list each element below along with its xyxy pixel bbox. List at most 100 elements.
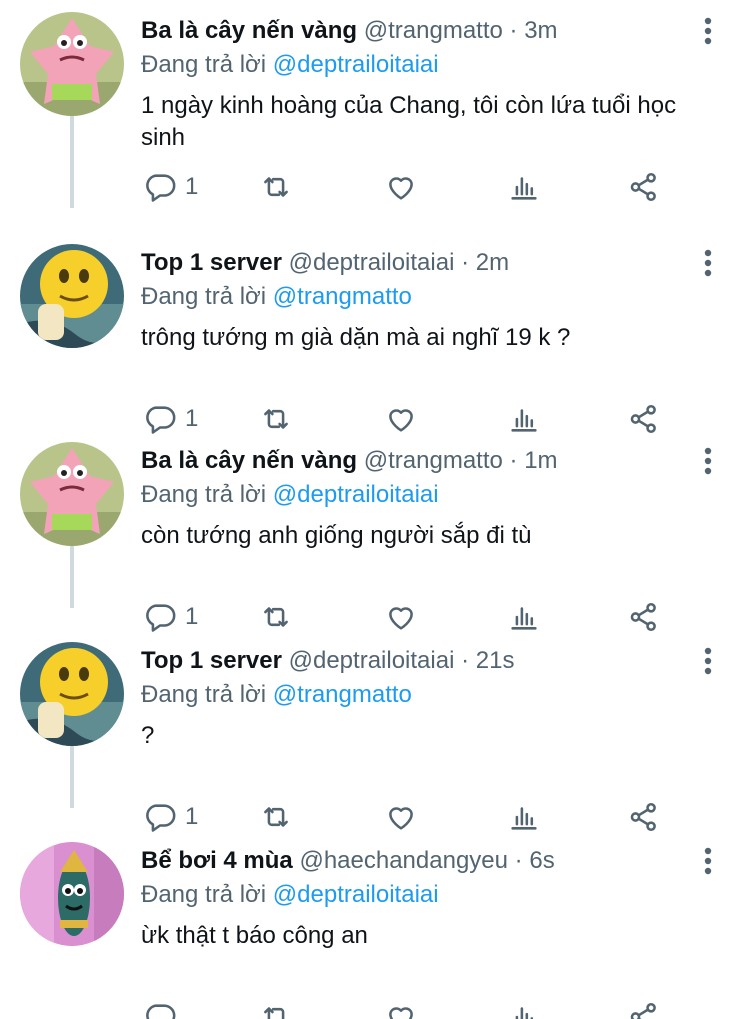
reply-icon	[146, 604, 176, 632]
timestamp[interactable]: 6s	[529, 847, 554, 874]
mention-link[interactable]: @deptrailoitaiai	[273, 51, 439, 78]
analytics-icon	[511, 607, 537, 630]
replying-to-label: Đang trả lời	[141, 283, 267, 310]
reply-icon	[146, 174, 176, 202]
patrick-star-avatar	[20, 12, 124, 116]
avatar[interactable]	[20, 442, 124, 546]
tweet[interactable]: Bể bơi 4 mùa @haechandangyeu · 6s Đang t…	[0, 834, 750, 1019]
share-button[interactable]	[627, 797, 661, 837]
tweet-header: Top 1 server @deptrailoitaiai · 2m	[141, 248, 690, 278]
reply-thread: Ba là cây nến vàng @trangmatto · 3m Đang…	[0, 0, 750, 1019]
tweet-text: ?	[141, 722, 155, 749]
heart-icon	[389, 1007, 413, 1019]
like-button[interactable]	[384, 399, 418, 439]
retweet-button[interactable]	[259, 597, 293, 637]
analytics-icon	[511, 807, 537, 830]
heart-icon	[389, 807, 413, 830]
timestamp[interactable]: 1m	[524, 447, 557, 474]
author-handle[interactable]: @haechandangyeu	[299, 847, 508, 874]
separator-dot: ·	[461, 647, 470, 674]
retweet-icon	[264, 607, 288, 627]
replying-to: Đang trả lời @deptrailoitaiai	[141, 50, 439, 80]
analytics-button[interactable]	[507, 399, 541, 439]
separator-dot: ·	[509, 447, 518, 474]
more-vertical-icon	[704, 847, 712, 875]
author-handle[interactable]: @deptrailoitaiai	[289, 249, 455, 276]
replying-to-label: Đang trả lời	[141, 681, 267, 708]
reply-icon	[146, 804, 176, 832]
author-name[interactable]: Ba là cây nến vàng	[141, 447, 357, 474]
more-options-button[interactable]	[696, 846, 720, 876]
tweet-header: Ba là cây nến vàng @trangmatto · 3m	[141, 16, 690, 46]
more-options-button[interactable]	[696, 248, 720, 278]
tweet[interactable]: Top 1 server @deptrailoitaiai · 21s Đang…	[0, 634, 750, 834]
timestamp[interactable]: 2m	[476, 249, 509, 276]
like-button[interactable]	[384, 167, 418, 207]
avatar[interactable]	[20, 12, 124, 116]
analytics-icon	[515, 1007, 534, 1019]
emoji-avatar	[20, 642, 124, 746]
author-handle[interactable]: @deptrailoitaiai	[289, 647, 455, 674]
mention-link[interactable]: @deptrailoitaiai	[273, 481, 439, 508]
tweet-actions: 1	[141, 797, 681, 837]
reply-button[interactable]: 1	[143, 167, 198, 207]
share-button[interactable]	[627, 997, 661, 1019]
tweet[interactable]: Ba là cây nến vàng @trangmatto · 1m Đang…	[0, 434, 750, 634]
author-name[interactable]: Bể bơi 4 mùa	[141, 847, 293, 874]
tweet-actions: 1	[141, 597, 681, 637]
replying-to-label: Đang trả lời	[141, 881, 267, 908]
reply-count: 1	[185, 803, 199, 830]
avatar[interactable]	[20, 244, 124, 348]
analytics-button[interactable]	[507, 597, 541, 637]
timestamp[interactable]: 21s	[476, 647, 515, 674]
timestamp[interactable]: 3m	[524, 17, 557, 44]
analytics-button[interactable]	[507, 997, 541, 1019]
author-name[interactable]: Ba là cây nến vàng	[141, 17, 357, 44]
share-button[interactable]	[627, 597, 661, 637]
author-name[interactable]: Top 1 server	[141, 249, 282, 276]
tweet-text: còn tướng anh giống người sắp đi tù	[141, 522, 532, 549]
replying-to-label: Đang trả lời	[141, 481, 267, 508]
author-name[interactable]: Top 1 server	[141, 647, 282, 674]
share-icon	[630, 1002, 656, 1019]
author-handle[interactable]: @trangmatto	[364, 17, 503, 44]
more-vertical-icon	[704, 447, 712, 475]
tweet[interactable]: Ba là cây nến vàng @trangmatto · 3m Đang…	[0, 4, 750, 204]
more-options-button[interactable]	[696, 646, 720, 676]
reply-count: 1	[185, 603, 199, 630]
author-handle[interactable]: @trangmatto	[364, 447, 503, 474]
reply-button[interactable]: 1	[143, 597, 198, 637]
retweet-button[interactable]	[259, 797, 293, 837]
retweet-button[interactable]	[259, 997, 293, 1019]
share-button[interactable]	[627, 399, 661, 439]
more-vertical-icon	[704, 17, 712, 45]
tweet-actions: 1	[141, 399, 681, 439]
retweet-button[interactable]	[259, 399, 293, 439]
tweet[interactable]: Top 1 server @deptrailoitaiai · 2m Đang …	[0, 236, 750, 436]
reply-button[interactable]: 1	[143, 797, 198, 837]
like-button[interactable]	[384, 797, 418, 837]
analytics-button[interactable]	[507, 797, 541, 837]
mention-link[interactable]: @trangmatto	[273, 681, 412, 708]
tweet-header: Top 1 server @deptrailoitaiai · 21s	[141, 646, 690, 676]
retweet-button[interactable]	[259, 167, 293, 207]
analytics-button[interactable]	[507, 167, 541, 207]
separator-dot: ·	[461, 249, 470, 276]
reply-button[interactable]: 1	[143, 399, 198, 439]
like-button[interactable]	[384, 997, 418, 1019]
like-button[interactable]	[384, 597, 418, 637]
avatar[interactable]	[20, 842, 124, 946]
mention-link[interactable]: @trangmatto	[273, 283, 412, 310]
fish-avatar	[20, 842, 124, 946]
share-button[interactable]	[627, 167, 661, 207]
replying-to: Đang trả lời @deptrailoitaiai	[141, 480, 439, 510]
reply-button[interactable]	[143, 997, 185, 1019]
heart-icon	[389, 409, 413, 432]
replying-to-label: Đang trả lời	[141, 51, 267, 78]
mention-link[interactable]: @deptrailoitaiai	[273, 881, 439, 908]
more-options-button[interactable]	[696, 16, 720, 46]
emoji-avatar	[20, 244, 124, 348]
tweet-actions: 1	[141, 167, 681, 207]
avatar[interactable]	[20, 642, 124, 746]
more-options-button[interactable]	[696, 446, 720, 476]
